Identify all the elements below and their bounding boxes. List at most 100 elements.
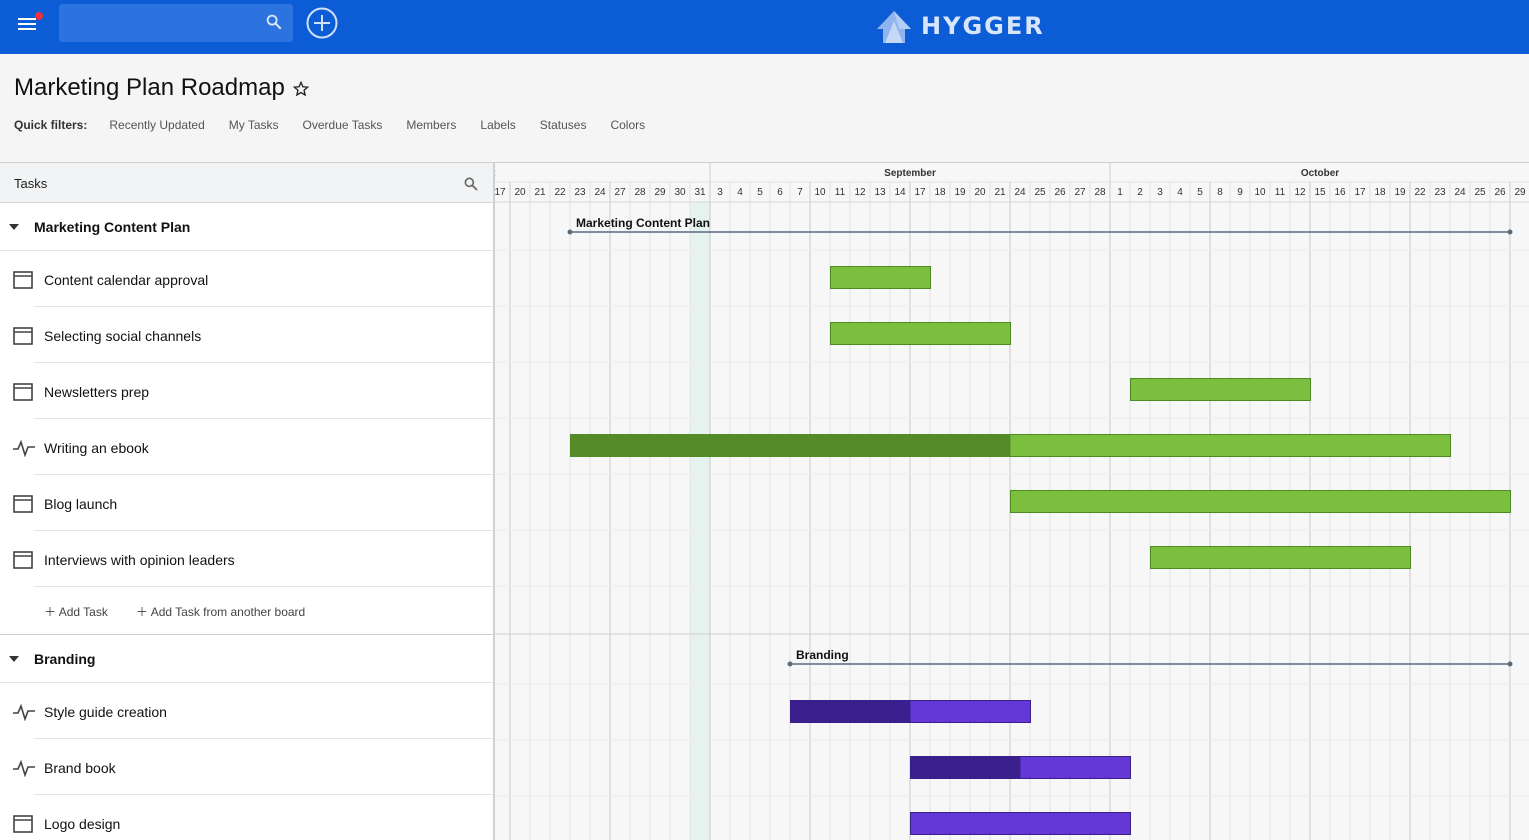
task-row[interactable]: Style guide creation (0, 683, 493, 739)
plus-circle-icon[interactable] (306, 7, 338, 39)
task-row[interactable]: Writing an ebook (0, 419, 493, 475)
day-label: 16 (1334, 187, 1346, 198)
task-row[interactable]: Content calendar approval (0, 251, 493, 307)
hamburger-icon[interactable] (16, 12, 43, 35)
summary-start-dot (567, 229, 573, 235)
day-label: 25 (1474, 187, 1486, 198)
day-label: 11 (1275, 187, 1286, 198)
day-label: 28 (634, 187, 646, 198)
task-name[interactable]: Brand book (44, 760, 116, 776)
notification-dot (35, 12, 43, 20)
task-row[interactable]: Logo design (0, 795, 493, 840)
task-name[interactable]: Writing an ebook (44, 440, 149, 456)
day-label: 17 (495, 187, 506, 198)
quick-filters-label: Quick filters: (14, 118, 88, 132)
day-label: 5 (1197, 187, 1203, 198)
day-label: 27 (614, 187, 626, 198)
task-name[interactable]: Blog launch (44, 496, 117, 512)
quick-filters: Quick filters: Recently Updated My Tasks… (14, 118, 669, 132)
task-name[interactable]: Content calendar approval (44, 272, 208, 288)
day-label: 24 (594, 187, 606, 198)
task-row[interactable]: Interviews with opinion leaders (0, 531, 493, 587)
caret-down-icon[interactable] (9, 656, 19, 662)
task-bar (1130, 378, 1311, 401)
task-name[interactable]: Interviews with opinion leaders (44, 552, 235, 568)
day-label: 24 (1014, 187, 1026, 198)
filter-labels[interactable]: Labels (480, 118, 515, 132)
title-row: Marketing Plan Roadmap (14, 74, 309, 102)
add-task-label: Add Task (58, 605, 108, 619)
add-task-button[interactable]: ＋ Add Task (44, 603, 108, 620)
task-name[interactable]: Selecting social channels (44, 328, 201, 344)
card-icon (13, 815, 33, 833)
day-label: 6 (777, 187, 783, 198)
summary-label: Branding (796, 648, 849, 662)
filter-my-tasks[interactable]: My Tasks (229, 118, 279, 132)
day-label: 29 (654, 187, 666, 198)
day-label: 19 (1394, 187, 1406, 198)
task-row[interactable]: Brand book (0, 739, 493, 795)
day-label: 22 (1414, 187, 1426, 198)
search-icon[interactable] (265, 13, 283, 31)
gantt-timeline[interactable]: tSeptemberOctober17202122232427282930313… (495, 162, 1529, 840)
day-label: 27 (1074, 187, 1086, 198)
filter-overdue-tasks[interactable]: Overdue Tasks (303, 118, 383, 132)
brand-name: HYGGER (921, 12, 1045, 40)
hygger-logo[interactable]: HYGGER (875, 6, 1045, 46)
search-icon[interactable] (463, 176, 479, 192)
caret-down-icon[interactable] (9, 224, 19, 230)
task-row[interactable]: Newsletters prep (0, 363, 493, 419)
task-bar (1150, 546, 1411, 569)
search-box[interactable] (59, 4, 293, 42)
day-label: 15 (1314, 187, 1326, 198)
plus-icon: ＋ (136, 605, 149, 619)
summary-end-dot (1507, 229, 1513, 235)
task-bar (830, 266, 931, 289)
tasks-panel: Tasks Marketing Content Plan Content cal… (0, 162, 495, 840)
activity-icon (13, 759, 35, 777)
day-label: 29 (1514, 187, 1526, 198)
summary-label: Marketing Content Plan (576, 216, 710, 230)
group-row[interactable]: Branding (0, 635, 493, 683)
add-task-from-board-button[interactable]: ＋ Add Task from another board (136, 603, 305, 620)
filter-recently-updated[interactable]: Recently Updated (109, 118, 204, 132)
day-label: 21 (534, 187, 546, 198)
day-label: 2 (1137, 187, 1143, 198)
card-icon (13, 327, 33, 345)
filter-statuses[interactable]: Statuses (540, 118, 587, 132)
day-label: 13 (874, 187, 886, 198)
card-icon (13, 495, 33, 513)
day-label: 24 (1454, 187, 1466, 198)
task-row[interactable]: Blog launch (0, 475, 493, 531)
day-label: 4 (737, 187, 743, 198)
day-label: 17 (914, 187, 926, 198)
add-task-row: ＋ Add Task ＋ Add Task from another board (0, 587, 493, 635)
task-name[interactable]: Newsletters prep (44, 384, 149, 400)
gantt-chart[interactable]: tSeptemberOctober17202122232427282930313… (495, 162, 1529, 840)
top-bar: HYGGER (0, 0, 1529, 54)
day-label: 26 (1054, 187, 1066, 198)
day-label: 30 (674, 187, 686, 198)
group-name: Branding (34, 651, 96, 667)
day-label: 25 (1034, 187, 1046, 198)
task-name[interactable]: Style guide creation (44, 704, 167, 720)
day-label: 20 (514, 187, 526, 198)
day-label: 26 (1494, 187, 1506, 198)
card-icon (13, 383, 33, 401)
activity-icon (13, 703, 35, 721)
today-highlight (690, 202, 710, 840)
task-row[interactable]: Selecting social channels (0, 307, 493, 363)
day-label: 8 (1217, 187, 1223, 198)
group-row[interactable]: Marketing Content Plan (0, 203, 493, 251)
day-label: 17 (1354, 187, 1366, 198)
filter-colors[interactable]: Colors (610, 118, 645, 132)
task-name[interactable]: Logo design (44, 816, 120, 832)
day-label: 3 (1157, 187, 1163, 198)
add-task-from-board-label: Add Task from another board (150, 605, 306, 619)
group-name: Marketing Content Plan (34, 219, 191, 235)
day-label: 7 (797, 187, 803, 198)
filter-members[interactable]: Members (406, 118, 456, 132)
day-label: 19 (954, 187, 966, 198)
star-icon[interactable] (292, 81, 309, 97)
search-input[interactable] (59, 4, 259, 42)
